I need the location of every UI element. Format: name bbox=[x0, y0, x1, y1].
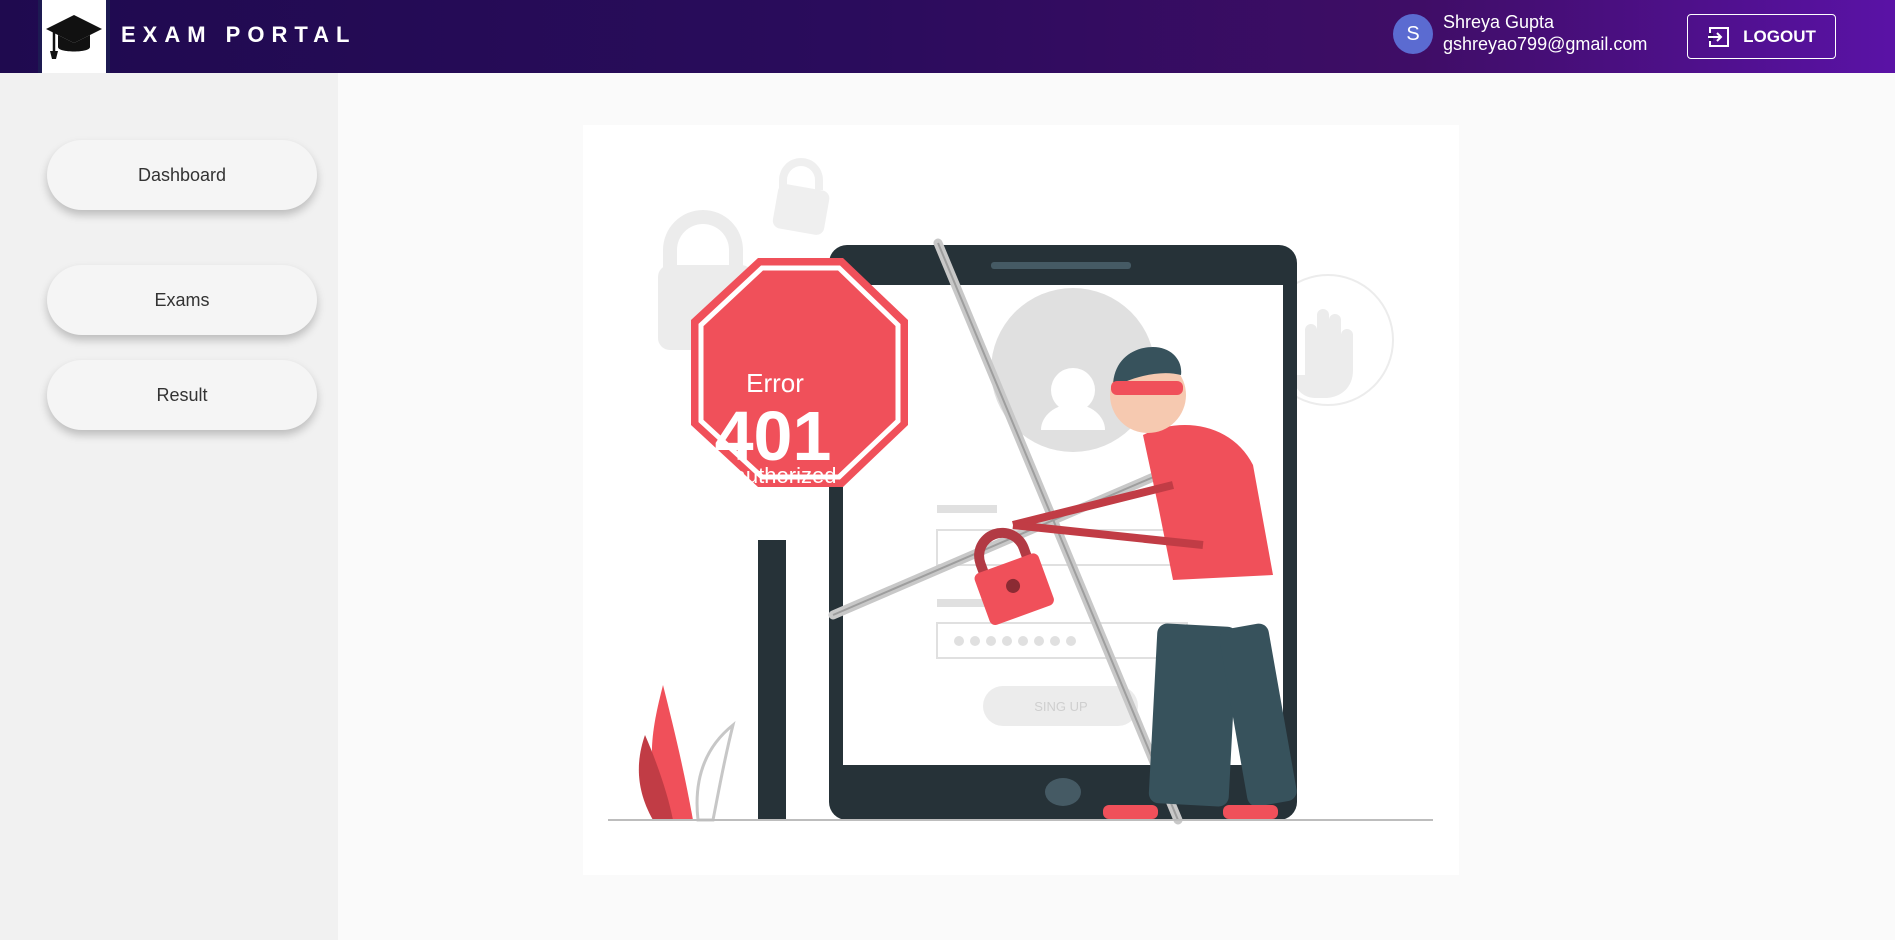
unauthorized-illustration: SING UP Error 401 Unauthorized bbox=[583, 125, 1459, 875]
plant-outline bbox=[695, 721, 736, 822]
app-logo[interactable] bbox=[38, 0, 110, 73]
sidebar: Dashboard Exams Result bbox=[0, 73, 338, 940]
user-name: Shreya Gupta bbox=[1443, 12, 1555, 32]
stop-hand-icon bbox=[1293, 309, 1353, 398]
sign-error-text: Error bbox=[746, 368, 804, 398]
background-lock-small-icon bbox=[772, 158, 830, 235]
sign-status-text: Unauthorized bbox=[706, 463, 837, 488]
error-401-illustration: SING UP Error 401 Unauthorized bbox=[608, 158, 1433, 825]
sidebar-item-exams[interactable]: Exams bbox=[47, 265, 317, 335]
logout-label: LOGOUT bbox=[1743, 26, 1816, 46]
form-signup-text: SING UP bbox=[1034, 699, 1087, 714]
top-app-bar: EXAM PORTAL S Shreya Gupta gshreyao799@g… bbox=[0, 0, 1895, 73]
user-avatar[interactable]: S bbox=[1393, 14, 1433, 54]
logout-button[interactable]: LOGOUT bbox=[1687, 14, 1836, 59]
sidebar-item-result[interactable]: Result bbox=[47, 360, 317, 430]
sidebar-item-label: Result bbox=[156, 384, 208, 405]
main-content: SING UP Error 401 Unauthorized bbox=[338, 73, 1895, 940]
logout-icon bbox=[1708, 26, 1730, 47]
sidebar-item-label: Exams bbox=[154, 289, 210, 310]
sidebar-item-label: Dashboard bbox=[137, 164, 227, 185]
user-email: gshreyao799@gmail.com bbox=[1443, 34, 1648, 54]
sidebar-item-dashboard[interactable]: Dashboard bbox=[47, 140, 317, 210]
app-title: EXAM PORTAL bbox=[121, 22, 357, 47]
graduation-cap-icon bbox=[46, 14, 102, 59]
